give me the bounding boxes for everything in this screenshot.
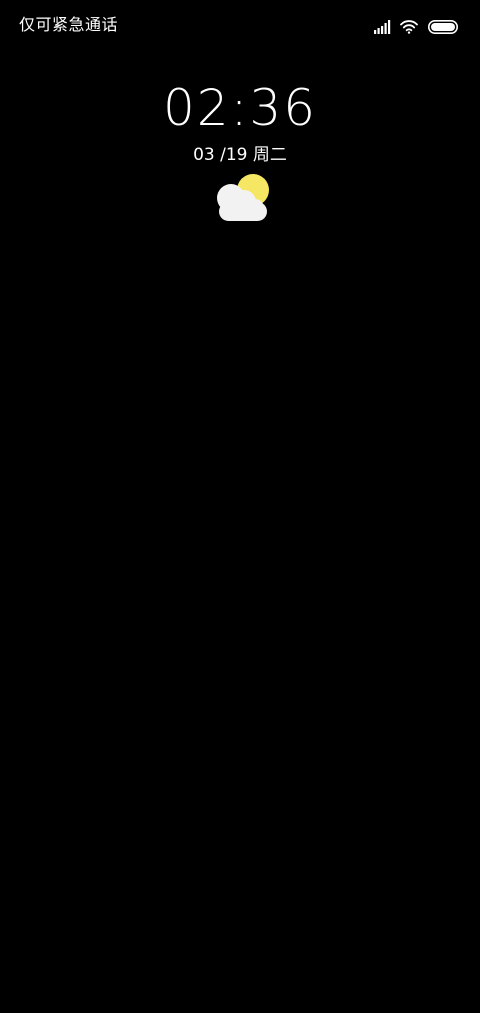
clock-date: 03 /19 周二 [193,145,287,165]
status-bar: 仅可紧急通话 [0,0,480,52]
signal-icon [374,19,392,34]
partly-cloudy-icon [211,172,273,224]
status-icons [374,17,458,35]
wifi-icon [400,19,418,34]
lock-clock: 02:36 03 /19 周二 [0,78,480,166]
battery-icon [428,19,458,34]
carrier-status-text: 仅可紧急通话 [19,15,119,34]
clock-time: 02:36 [162,79,318,137]
